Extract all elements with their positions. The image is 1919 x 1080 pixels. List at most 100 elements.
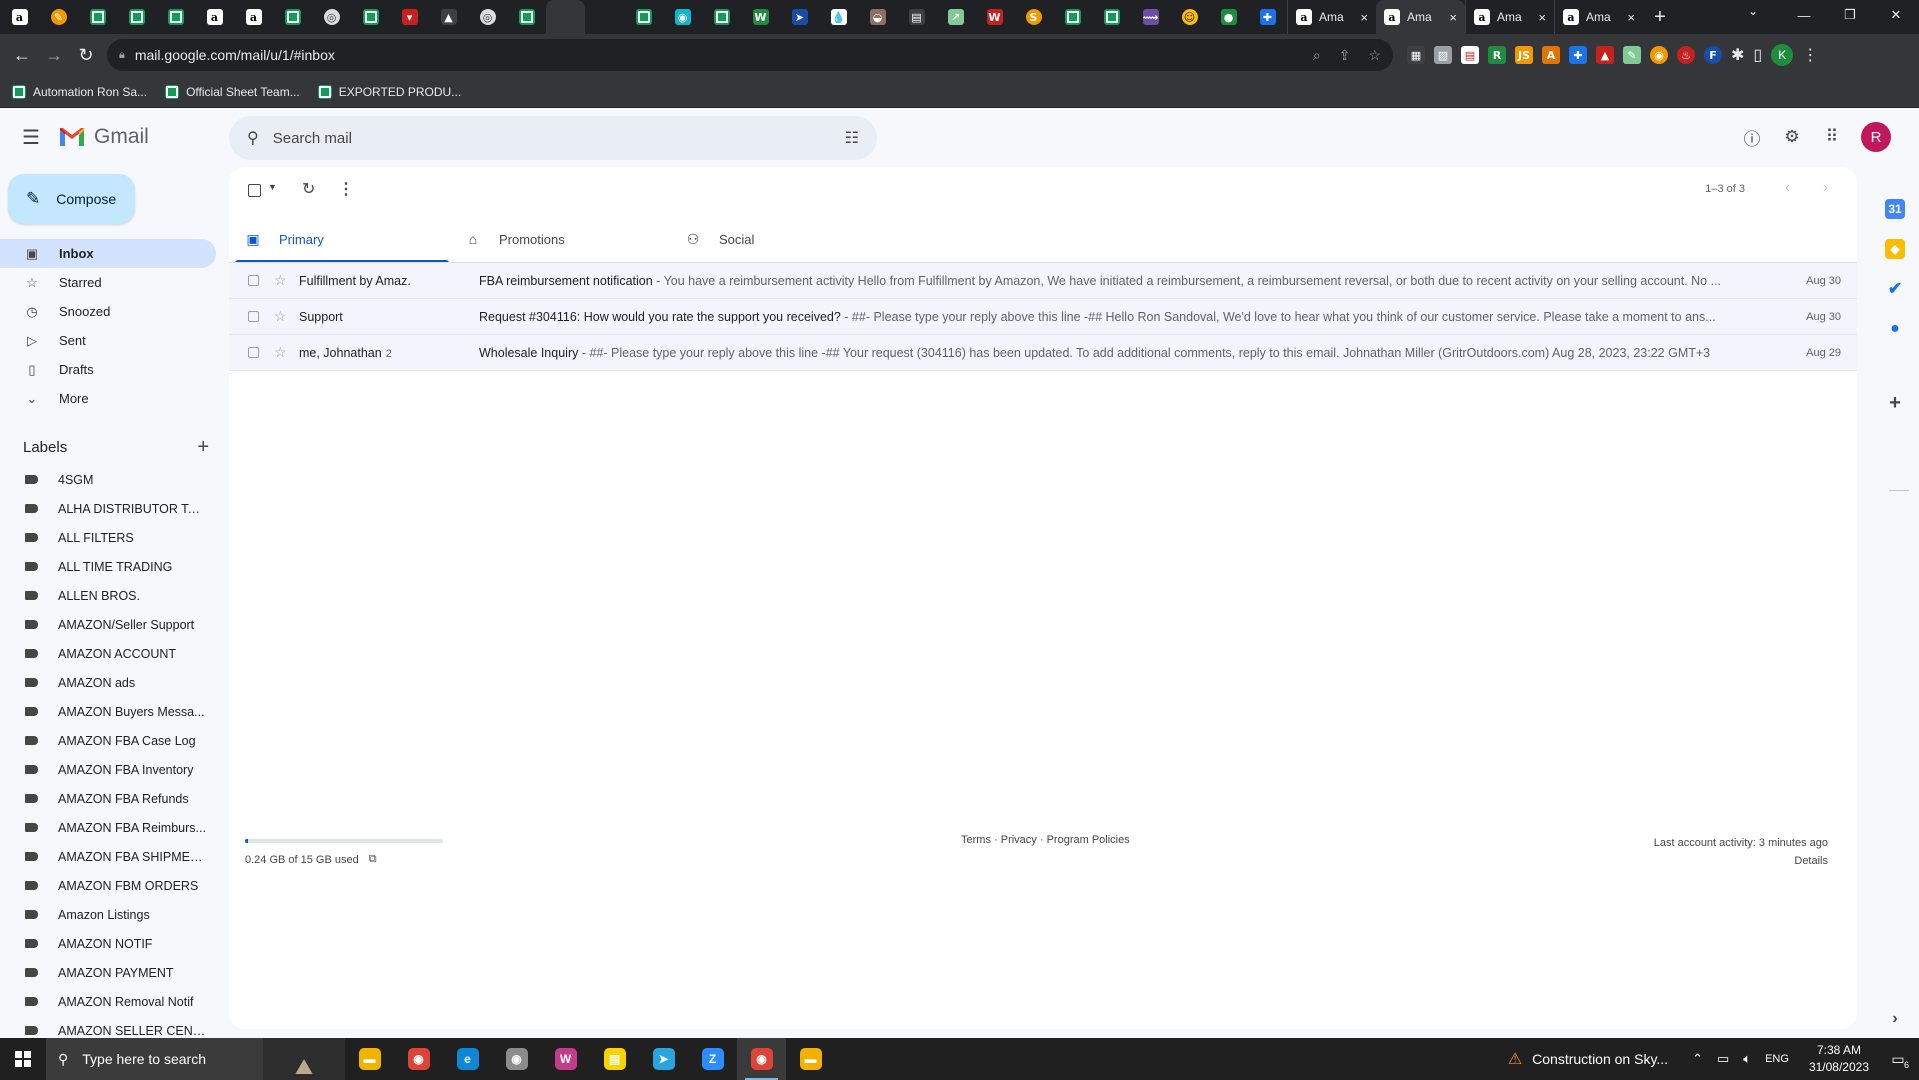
extension-red-icon[interactable]: ▲ (1596, 46, 1614, 64)
star-icon[interactable]: ☆ (274, 272, 288, 289)
label-item[interactable]: AMAZON FBA Case Log (0, 726, 216, 755)
extension-flame-icon[interactable]: ♨ (1677, 46, 1695, 64)
bookmark-star-icon[interactable]: ☆ (1368, 47, 1381, 64)
label-item[interactable]: AMAZON NOTIF (0, 929, 216, 958)
pinned-tab[interactable]: ☺ (1170, 0, 1209, 34)
nav-item-starred[interactable]: ☆ Starred (0, 268, 216, 297)
browser-tab[interactable]: a Ama × (1376, 0, 1465, 34)
extension-circle-icon[interactable]: ◉ (1650, 46, 1668, 64)
search-icon[interactable]: ⚲ (247, 128, 259, 148)
share-icon[interactable]: ⇪ (1339, 47, 1351, 64)
taskbar-app[interactable]: ▤ (590, 1038, 639, 1080)
pinned-tab[interactable]: a (0, 0, 39, 34)
email-checkbox[interactable] (248, 347, 259, 358)
pinned-tab[interactable] (1092, 0, 1131, 34)
extension-f-icon[interactable]: F (1704, 46, 1722, 64)
pinned-tab[interactable]: ↗ (936, 0, 975, 34)
pinned-tab[interactable]: ● (1209, 0, 1248, 34)
prev-page-icon[interactable]: ‹ (1785, 179, 1790, 196)
label-item[interactable]: AMAZON FBA Reimburs... (0, 813, 216, 842)
extension-r-icon[interactable]: R (1488, 46, 1506, 64)
label-item[interactable]: ALL FILTERS (0, 523, 216, 552)
account-avatar[interactable]: R (1861, 122, 1891, 152)
pinned-tab[interactable] (156, 0, 195, 34)
pinned-tab[interactable]: ◎ (468, 0, 507, 34)
label-item[interactable]: ALLEN BROS. (0, 581, 216, 610)
email-checkbox[interactable] (248, 275, 259, 286)
label-item[interactable]: AMAZON PAYMENT (0, 958, 216, 987)
lock-icon[interactable]: 🔒︎ (119, 49, 125, 62)
label-item[interactable]: ALL TIME TRADING (0, 552, 216, 581)
taskbar-app[interactable]: ◉ (492, 1038, 541, 1080)
apps-grid-icon[interactable]: ⠿ (1821, 126, 1843, 148)
taskbar-app[interactable]: ▬ (786, 1038, 835, 1080)
program-policies-link[interactable]: Program Policies (1047, 834, 1130, 846)
battery-icon[interactable]: ▭ (1717, 1051, 1729, 1067)
extension-a-icon[interactable]: A (1542, 46, 1560, 64)
close-tab-icon[interactable]: × (1360, 10, 1368, 25)
search-bar[interactable]: ⚲ Search mail ☷ (229, 116, 877, 160)
close-tab-icon[interactable]: × (1449, 10, 1457, 25)
star-icon[interactable]: ☆ (274, 308, 288, 325)
keep-icon[interactable]: ◆ (1885, 239, 1905, 259)
contacts-icon[interactable]: ● (1885, 319, 1905, 339)
select-dropdown-icon[interactable]: ▼ (268, 182, 277, 192)
side-panel-icon[interactable]: ▯ (1753, 45, 1762, 65)
forward-icon[interactable]: → (38, 39, 70, 71)
taskbar-app[interactable]: ▬ (345, 1038, 394, 1080)
pinned-tab[interactable] (624, 0, 663, 34)
pinned-tab[interactable] (702, 0, 741, 34)
label-item[interactable]: 4SGM (0, 465, 216, 494)
label-item[interactable]: ALHA DISTRIBUTOR Tea... (0, 494, 216, 523)
taskbar-search[interactable]: ⚲ Type here to search (46, 1038, 263, 1080)
tasks-icon[interactable]: ✔ (1885, 279, 1905, 299)
nav-item-more[interactable]: ⌄ More (0, 384, 216, 413)
taskbar-app[interactable]: Z (688, 1038, 737, 1080)
refresh-icon[interactable]: ↻ (302, 179, 315, 199)
url-text[interactable]: mail.google.com/mail/u/1/#inbox (135, 47, 335, 63)
label-item[interactable]: AMAZON FBA SHIPMEN... (0, 842, 216, 871)
input-language[interactable]: ENG (1765, 1053, 1789, 1065)
taskbar-app[interactable]: ➤ (639, 1038, 688, 1080)
extensions-puzzle-icon[interactable]: ✱ (1731, 45, 1744, 65)
label-item[interactable]: AMAZON Buyers Messa... (0, 697, 216, 726)
browser-tab[interactable]: a Ama × (1465, 0, 1554, 34)
close-tab-icon[interactable]: × (1627, 10, 1635, 25)
pinned-tab[interactable]: ➤ (780, 0, 819, 34)
back-icon[interactable]: ← (6, 39, 38, 71)
pinned-tab[interactable] (273, 0, 312, 34)
next-page-icon[interactable]: › (1823, 179, 1828, 196)
notification-center-icon[interactable]: ▭ 6 (1885, 1046, 1911, 1072)
extension-image-icon[interactable]: ▨ (1434, 46, 1452, 64)
pinned-tab[interactable] (507, 0, 546, 34)
new-tab-button[interactable]: + (1643, 6, 1677, 29)
pinned-tab[interactable]: 💧 (819, 0, 858, 34)
pinned-tab[interactable]: M (585, 0, 967, 581)
close-tab-icon[interactable]: × (1538, 10, 1546, 25)
taskbar-app[interactable]: ◉ (737, 1038, 786, 1080)
bookmark-item[interactable]: EXPORTED PRODU... (317, 84, 461, 99)
hide-side-panel-icon[interactable]: › (1885, 1009, 1905, 1029)
zoom-icon[interactable]: ⌕ (1313, 47, 1321, 64)
select-all-checkbox[interactable] (248, 184, 261, 197)
close-window-icon[interactable]: ✕ (1873, 0, 1919, 30)
pinned-tab[interactable]: ◎ (312, 0, 351, 34)
extension-js-icon[interactable]: JS (1515, 46, 1533, 64)
nav-item-snoozed[interactable]: ◷ Snoozed (0, 297, 216, 326)
settings-gear-icon[interactable]: ⚙ (1781, 126, 1803, 148)
bookmark-item[interactable]: Automation Ron Sa... (12, 84, 147, 99)
extension-puzzle-blue-icon[interactable]: ✚ (1569, 46, 1587, 64)
pinned-tab[interactable]: ▤ (897, 0, 936, 34)
show-hidden-icons-chevron-icon[interactable]: ⌃ (1692, 1051, 1703, 1067)
gmail-logo[interactable]: Gmail (58, 125, 149, 149)
pinned-tab[interactable]: a (234, 0, 273, 34)
more-actions-icon[interactable]: ⋮ (338, 179, 354, 199)
taskbar-app[interactable]: e (443, 1038, 492, 1080)
search-highlight-illustration[interactable]: ⛰ (263, 1038, 345, 1080)
nav-item-drafts[interactable]: ▯ Drafts (0, 355, 216, 384)
open-storage-icon[interactable]: ⧉ (369, 853, 377, 866)
email-row[interactable]: ☆ me, Johnathan 2 Wholesale Inquiry - ##- P… (229, 335, 1857, 371)
taskbar-app[interactable]: W (541, 1038, 590, 1080)
label-item[interactable]: AMAZON Removal Notif (0, 987, 216, 1016)
label-item[interactable]: Amazon Listings (0, 900, 216, 929)
